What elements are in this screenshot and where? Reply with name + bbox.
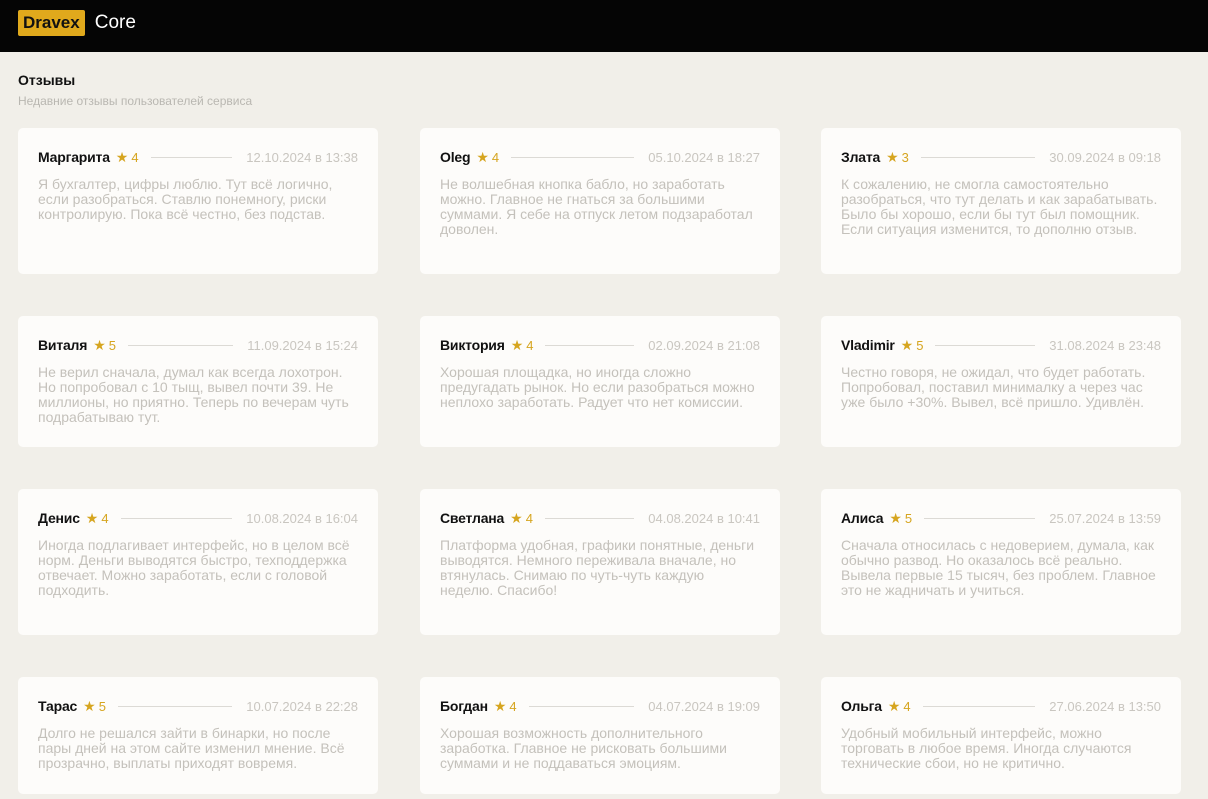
review-rating: 5 xyxy=(916,337,924,353)
star-icon: ★ xyxy=(83,698,96,714)
review-text: Не волшебная кнопка бабло, но заработать… xyxy=(440,176,753,237)
review-author: Маргарита xyxy=(38,149,110,165)
page-title: Отзывы xyxy=(18,72,76,88)
review-date: 04.08.2024 в 10:41 xyxy=(648,510,760,526)
review-text: Долго не решался зайти в бинарки, но пос… xyxy=(38,725,345,771)
review-author: Богдан xyxy=(440,698,488,714)
star-icon: ★ xyxy=(93,337,106,353)
review-rating: 5 xyxy=(904,510,913,526)
star-icon: ★ xyxy=(900,337,914,353)
review-card: Виктория ★ 4 02.09.2024 в 21:08 Хорошая … xyxy=(420,316,780,447)
star-icon: ★ xyxy=(889,510,902,526)
review-card: Алиса ★ 5 25.07.2024 в 13:59 Сначала отн… xyxy=(821,489,1181,635)
logo-text: Core xyxy=(94,12,136,33)
review-date: 27.06.2024 в 13:50 xyxy=(1049,698,1161,714)
review-date: 11.09.2024 в 15:24 xyxy=(247,337,358,353)
top-bar: Dravex Core xyxy=(0,0,1208,52)
divider xyxy=(924,517,1036,519)
review-author: Виталя xyxy=(38,337,88,353)
review-rating: 5 xyxy=(108,337,117,353)
review-text: Хорошая возможность дополнительного зара… xyxy=(440,725,727,771)
review-author: Oleg xyxy=(440,149,471,165)
logo[interactable]: Dravex Core xyxy=(18,10,136,36)
review-card: Богдан ★ 4 04.07.2024 в 19:09 Хорошая во… xyxy=(420,677,780,794)
review-card: Vladimir ★ 5 31.08.2024 в 23:48 Честно г… xyxy=(821,316,1181,447)
review-text: Удобный мобильный интерфейс, можно торго… xyxy=(841,725,1132,771)
review-text: Сначала относилась с недоверием, думала,… xyxy=(841,537,1156,598)
divider xyxy=(544,517,635,519)
star-icon: ★ xyxy=(887,698,901,714)
review-author: Vladimir xyxy=(841,337,895,353)
review-author: Тарас xyxy=(38,698,78,714)
review-date: 31.08.2024 в 23:48 xyxy=(1049,337,1161,353)
review-rating: 4 xyxy=(903,698,911,714)
divider xyxy=(511,156,635,158)
divider xyxy=(128,344,234,346)
divider xyxy=(150,156,233,158)
review-card: Денис ★ 4 10.08.2024 в 16:04 Иногда подл… xyxy=(18,489,378,635)
divider xyxy=(545,344,635,346)
review-card: Ольга ★ 4 27.06.2024 в 13:50 Удобный моб… xyxy=(821,677,1181,794)
review-date: 02.09.2024 в 21:08 xyxy=(648,337,760,353)
review-text: К сожалению, не смогла самостоятельно ра… xyxy=(841,176,1158,237)
review-date: 04.07.2024 в 19:09 xyxy=(648,698,760,714)
page-subtitle: Недавние отзывы пользователей сервиса xyxy=(18,94,253,108)
divider xyxy=(922,705,1036,707)
review-rating: 4 xyxy=(525,510,533,526)
review-date: 30.09.2024 в 09:18 xyxy=(1049,149,1161,165)
review-date: 05.10.2024 в 18:27 xyxy=(648,149,760,165)
star-icon: ★ xyxy=(510,337,524,353)
divider xyxy=(920,156,1036,158)
star-icon: ★ xyxy=(886,149,899,165)
review-date: 10.07.2024 в 22:28 xyxy=(246,698,358,714)
review-rating: 4 xyxy=(509,698,517,714)
review-card: Виталя ★ 5 11.09.2024 в 15:24 Не верил с… xyxy=(18,316,378,447)
review-date: 12.10.2024 в 13:38 xyxy=(246,149,358,165)
review-author: Ольга xyxy=(841,698,882,714)
review-author: Алиса xyxy=(841,510,884,526)
review-rating: 4 xyxy=(101,510,109,526)
star-icon: ★ xyxy=(476,149,489,165)
review-rating: 3 xyxy=(901,149,909,165)
review-card: Светлана ★ 4 04.08.2024 в 10:41 Платформ… xyxy=(420,489,780,635)
review-text: Платформа удобная, графики понятные, ден… xyxy=(440,537,755,598)
review-date: 25.07.2024 в 13:59 xyxy=(1049,510,1161,526)
review-text: Хорошая площадка, но иногда сложно преду… xyxy=(440,364,755,410)
review-card: Тарас ★ 5 10.07.2024 в 22:28 Долго не ре… xyxy=(18,677,378,794)
review-rating: 4 xyxy=(491,149,500,165)
review-rating: 5 xyxy=(98,698,106,714)
review-card: Злата ★ 3 30.09.2024 в 09:18 К сожалению… xyxy=(821,128,1181,274)
review-author: Денис xyxy=(38,510,80,526)
logo-badge: Dravex xyxy=(18,10,85,36)
star-icon: ★ xyxy=(85,510,99,526)
divider xyxy=(117,705,233,707)
review-rating: 4 xyxy=(526,337,534,353)
review-card: Oleg ★ 4 05.10.2024 в 18:27 Не волшебная… xyxy=(420,128,780,274)
review-text: Иногда подлагивает интерфейс, но в целом… xyxy=(38,537,350,598)
review-text: Не верил сначала, думал как всегда лохот… xyxy=(38,364,349,425)
review-rating: 4 xyxy=(131,149,139,165)
review-date: 10.08.2024 в 16:04 xyxy=(246,510,358,526)
star-icon: ★ xyxy=(510,510,523,526)
review-author: Светлана xyxy=(440,510,505,526)
star-icon: ★ xyxy=(115,149,129,165)
review-text: Честно говоря, не ожидал, что будет рабо… xyxy=(841,364,1146,410)
divider xyxy=(528,705,635,707)
review-text: Я бухгалтер, цифры люблю. Тут всё логичн… xyxy=(38,176,333,222)
star-icon: ★ xyxy=(493,698,507,714)
review-author: Виктория xyxy=(440,337,505,353)
review-author: Злата xyxy=(841,149,881,165)
divider xyxy=(120,517,233,519)
divider xyxy=(935,344,1036,346)
review-card: Маргарита ★ 4 12.10.2024 в 13:38 Я бухга… xyxy=(18,128,378,274)
